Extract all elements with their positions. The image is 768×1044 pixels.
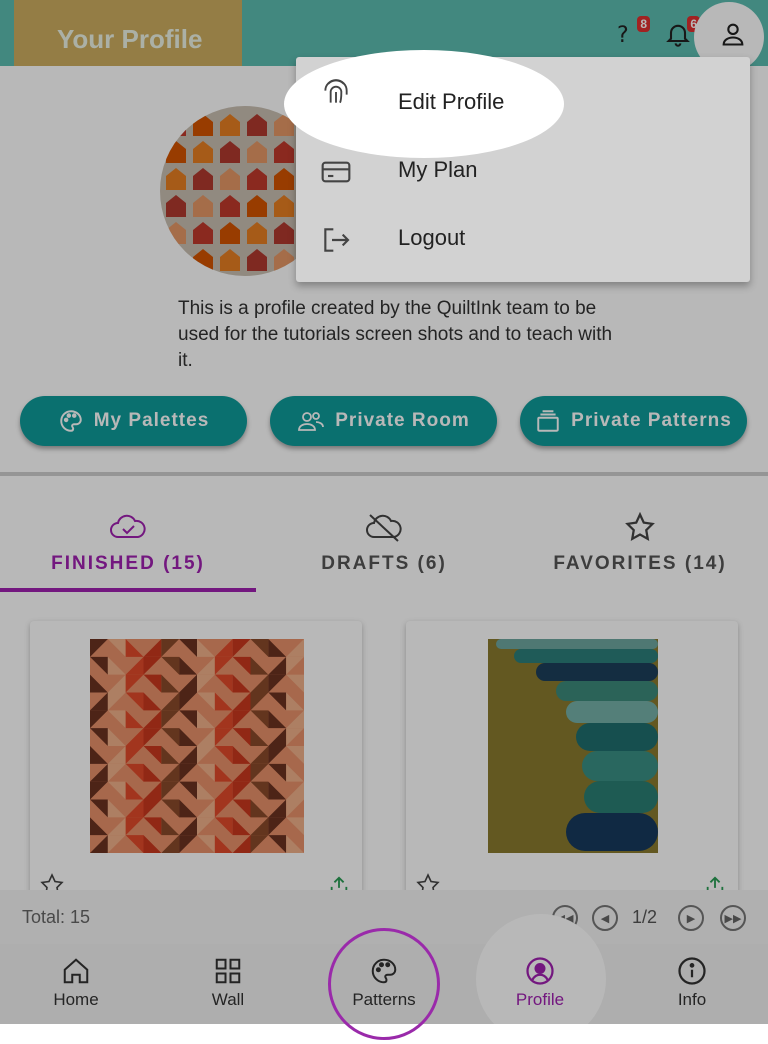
nav-profile-label: Profile [515, 990, 565, 1009]
nav-wall[interactable]: Wall [168, 956, 288, 1010]
nav-home[interactable]: Home [16, 956, 136, 1010]
account-button[interactable] [719, 20, 747, 48]
active-tab-indicator [0, 588, 256, 592]
pattern-thumbnail-triangles [90, 639, 304, 853]
last-page-button[interactable]: ▶▶ [720, 905, 746, 931]
pattern-thumbnail-waves [488, 639, 658, 853]
tab-finished-label: FINISHED (15) [51, 553, 205, 574]
tab-favorites[interactable]: FAVORITES (14) [512, 511, 768, 575]
chevron-left-icon: ◀ [600, 912, 610, 925]
fingerprint-icon [324, 79, 348, 104]
menu-my-plan-label: My Plan [398, 157, 478, 182]
private-room-button[interactable]: Private Room [270, 396, 497, 446]
palette-icon [60, 410, 82, 432]
card-icon [321, 161, 351, 183]
person-circle-icon [526, 957, 554, 985]
next-page-button[interactable]: ▶ [678, 905, 704, 931]
nav-home-label: Home [53, 990, 99, 1009]
my-palettes-label: My Palettes [93, 410, 210, 431]
menu-item-edit-profile-foreground[interactable]: Edit Profile [296, 57, 750, 125]
section-divider [0, 472, 768, 476]
cloud-check-icon [110, 514, 146, 538]
menu-item-logout[interactable]: Logout [296, 205, 750, 273]
chevron-right-icon: ▶ [686, 912, 696, 925]
tab-drafts[interactable]: DRAFTS (6) [256, 512, 512, 575]
help-button[interactable]: ? 8 [614, 16, 650, 48]
pattern-card[interactable] [406, 621, 738, 921]
page-title: Your Profile [57, 24, 203, 54]
person-icon [722, 23, 744, 46]
page-indicator: 1/2 [632, 907, 658, 927]
logout-icon [324, 228, 350, 252]
star-icon [625, 511, 655, 542]
profile-bio: This is a profile created by the QuiltIn… [178, 298, 613, 371]
cloud-off-icon [366, 514, 402, 542]
total-count: Total: 15 [22, 907, 91, 927]
help-badge: 8 [637, 16, 650, 32]
nav-info-label: Info [677, 990, 707, 1009]
tab-finished[interactable]: FINISHED (15) [0, 512, 256, 575]
pattern-card[interactable] [30, 621, 362, 921]
grid-icon [215, 958, 241, 984]
patterns-highlight-ring [328, 928, 440, 1040]
private-patterns-button[interactable]: Private Patterns [520, 396, 747, 446]
my-palettes-button[interactable]: My Palettes [20, 396, 247, 446]
home-icon [63, 958, 89, 984]
prev-page-button[interactable]: ◀ [592, 905, 618, 931]
notifications-button[interactable]: 6 [664, 16, 700, 48]
menu-logout-label: Logout [398, 225, 466, 250]
stack-icon [537, 410, 559, 432]
fast-forward-icon: ▶▶ [724, 912, 742, 925]
private-room-label: Private Room [335, 410, 470, 431]
nav-wall-label: Wall [211, 990, 245, 1009]
people-icon [298, 412, 325, 431]
nav-profile[interactable]: Profile [480, 956, 600, 1010]
tab-drafts-label: DRAFTS (6) [321, 553, 447, 574]
edit-profile-label: Edit Profile [398, 89, 505, 114]
tab-favorites-label: FAVORITES (14) [553, 553, 727, 574]
info-icon [678, 957, 706, 985]
private-patterns-label: Private Patterns [571, 410, 732, 431]
svg-text:?: ? [617, 23, 629, 48]
nav-info[interactable]: Info [632, 956, 752, 1010]
